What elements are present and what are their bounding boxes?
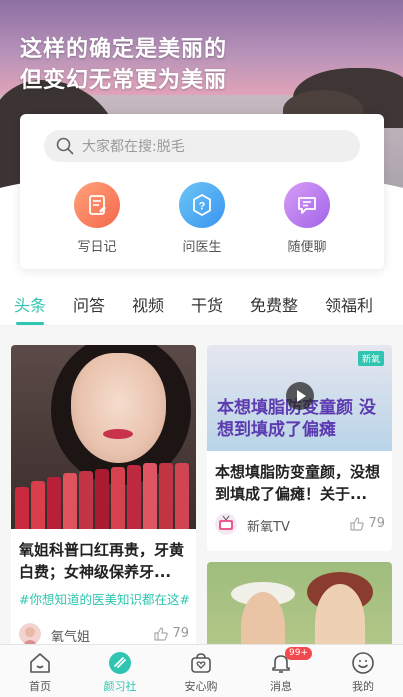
image-lips bbox=[103, 429, 133, 439]
avatar[interactable] bbox=[19, 623, 41, 645]
play-icon[interactable] bbox=[286, 382, 314, 410]
ask-doctor-icon: ? bbox=[179, 182, 225, 228]
nav-home-label: 首页 bbox=[29, 680, 51, 693]
nav-community-label: 颜习社 bbox=[103, 680, 137, 693]
ask-doctor-label: 问医生 bbox=[182, 240, 222, 255]
profile-icon bbox=[351, 651, 375, 675]
write-diary-button[interactable]: 写日记 bbox=[57, 182, 137, 255]
feed-card[interactable]: 氧姐科普口红再贵，牙黄白费；女神级保养牙... #你想知道的医美知识都在这# 氧… bbox=[11, 345, 196, 655]
thumbs-up-icon[interactable] bbox=[153, 626, 169, 642]
image-face bbox=[71, 353, 166, 463]
slogan-line-1: 这样的确定是美丽的 bbox=[20, 37, 228, 62]
home-icon bbox=[28, 651, 52, 675]
thumbs-up-icon[interactable] bbox=[349, 516, 365, 532]
search-icon bbox=[56, 137, 74, 155]
quick-card: 大家都在搜:脱毛 写日记 ? 问医生 随便聊 bbox=[20, 114, 384, 269]
nav-profile[interactable]: 我的 bbox=[333, 651, 393, 694]
post-hashtag[interactable]: #你想知道的医美知识都在这# bbox=[11, 583, 196, 608]
tab-benefits[interactable]: 领福利 bbox=[325, 292, 373, 316]
post-meta: 新氧TV 79 bbox=[215, 513, 385, 537]
slogan-line-2: 但变幻无常更为美丽 bbox=[20, 68, 228, 93]
nav-community[interactable]: 颜习社 bbox=[90, 651, 150, 694]
search-input[interactable]: 大家都在搜:脱毛 bbox=[44, 130, 360, 162]
tv-icon[interactable] bbox=[215, 513, 237, 535]
bell-icon: 99+ bbox=[269, 647, 312, 675]
tab-qa[interactable]: 问答 bbox=[73, 292, 105, 316]
active-tab-indicator bbox=[16, 322, 44, 325]
video-logo-tag: 新氧 bbox=[357, 351, 384, 366]
feed-card[interactable]: 新氧 本想填脂防变童颜 没想到填成了偏瘫 本想填脂防变童颜，没想到填成了偏瘫！关… bbox=[207, 345, 392, 551]
app-screen: 这样的确定是美丽的 但变幻无常更为美丽 大家都在搜:脱毛 写日记 ? 问医生 随… bbox=[0, 0, 403, 697]
shop-icon bbox=[189, 651, 213, 675]
nav-home[interactable]: 首页 bbox=[10, 651, 70, 694]
quick-actions: 写日记 ? 问医生 随便聊 bbox=[20, 182, 384, 262]
post-author[interactable]: 新氧TV bbox=[247, 516, 290, 535]
feed[interactable]: 氧姐科普口红再贵，牙黄白费；女神级保养牙... #你想知道的医美知识都在这# 氧… bbox=[0, 326, 403, 662]
ask-doctor-button[interactable]: ? 问医生 bbox=[162, 182, 242, 255]
post-title: 本想填脂防变童颜，没想到填成了偏瘫！关于... bbox=[215, 463, 381, 503]
chat-button[interactable]: 随便聊 bbox=[267, 182, 347, 255]
hero-slogan: 这样的确定是美丽的 但变幻无常更为美丽 bbox=[20, 34, 227, 96]
bottom-nav: 首页 颜习社 安心购 99+ 消息 我的 bbox=[0, 644, 403, 697]
nav-shop[interactable]: 安心购 bbox=[171, 651, 231, 694]
post-video-thumbnail[interactable]: 新氧 本想填脂防变童颜 没想到填成了偏瘫 bbox=[207, 345, 392, 451]
svg-text:?: ? bbox=[199, 201, 206, 213]
tab-tips[interactable]: 干货 bbox=[191, 292, 223, 316]
nav-shop-label: 安心购 bbox=[184, 680, 218, 693]
like-count: 79 bbox=[172, 626, 189, 641]
chat-label: 随便聊 bbox=[287, 240, 327, 255]
chat-icon bbox=[284, 182, 330, 228]
nav-messages[interactable]: 99+ 消息 bbox=[251, 647, 312, 694]
nav-profile-label: 我的 bbox=[352, 680, 374, 693]
search-placeholder: 大家都在搜:脱毛 bbox=[82, 139, 185, 155]
write-diary-label: 写日记 bbox=[77, 240, 117, 255]
community-icon bbox=[108, 651, 132, 675]
post-title: 氧姐科普口红再贵，牙黄白费；女神级保养牙... bbox=[19, 541, 185, 581]
category-tabs: 头条 问答 视频 干货 免费整 领福利 bbox=[0, 280, 403, 326]
image-lipsticks bbox=[11, 449, 196, 529]
tab-free[interactable]: 免费整 bbox=[250, 292, 298, 316]
post-image bbox=[11, 345, 196, 529]
nav-messages-label: 消息 bbox=[270, 680, 292, 693]
post-author[interactable]: 氧气姐 bbox=[51, 626, 90, 645]
like-count: 79 bbox=[368, 516, 385, 531]
message-badge: 99+ bbox=[285, 647, 312, 660]
diary-icon bbox=[74, 182, 120, 228]
tab-video[interactable]: 视频 bbox=[132, 292, 164, 316]
tab-headlines[interactable]: 头条 bbox=[14, 292, 46, 316]
